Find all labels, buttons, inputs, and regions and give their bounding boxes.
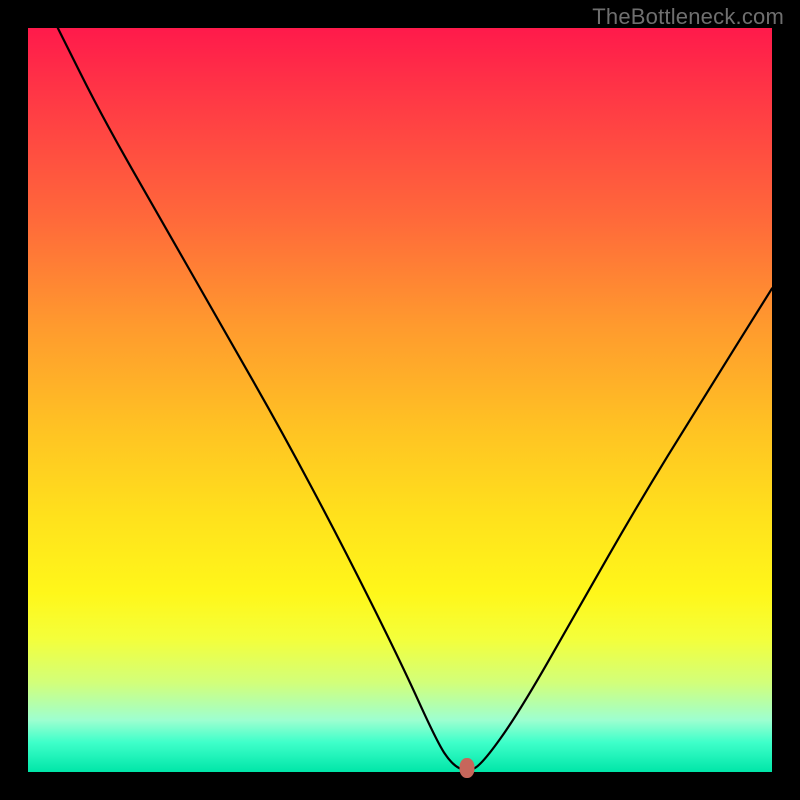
bottleneck-curve xyxy=(58,28,772,770)
curve-svg xyxy=(28,28,772,772)
chart-container: TheBottleneck.com xyxy=(0,0,800,800)
watermark-text: TheBottleneck.com xyxy=(592,4,784,30)
plot-area xyxy=(28,28,772,772)
optimal-point-marker xyxy=(459,758,474,778)
